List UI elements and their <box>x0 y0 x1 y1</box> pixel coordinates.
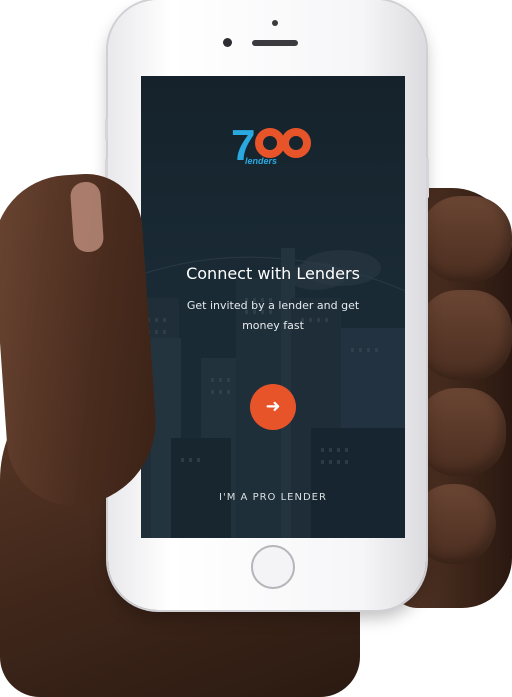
app-logo: 7 lenders <box>231 124 321 168</box>
next-button[interactable]: ➜ <box>250 384 296 430</box>
arrow-right-icon: ➜ <box>265 396 281 417</box>
page-title: Connect with Lenders <box>186 264 360 283</box>
logo-ring <box>281 128 311 158</box>
phone-frame: 7 lenders Connect with Lenders Get invit… <box>105 0 429 610</box>
proximity-sensor <box>272 20 278 26</box>
side-button <box>426 158 429 198</box>
front-camera-icon <box>223 38 232 47</box>
thumb-nail <box>69 181 105 253</box>
home-button[interactable] <box>251 545 295 589</box>
earpiece-speaker <box>252 40 298 46</box>
side-button <box>105 118 108 140</box>
finger-2 <box>418 290 512 380</box>
page-subtitle: Get invited by a lender and get money fa… <box>186 299 360 332</box>
app-screen: 7 lenders Connect with Lenders Get invit… <box>141 76 405 538</box>
finger-3 <box>416 388 506 476</box>
finger-1 <box>420 196 512 282</box>
product-mockup: 7 lenders Connect with Lenders Get invit… <box>0 0 512 697</box>
pro-lender-link[interactable]: I'M A PRO LENDER <box>141 492 405 503</box>
logo-subtext: lenders <box>245 156 278 166</box>
